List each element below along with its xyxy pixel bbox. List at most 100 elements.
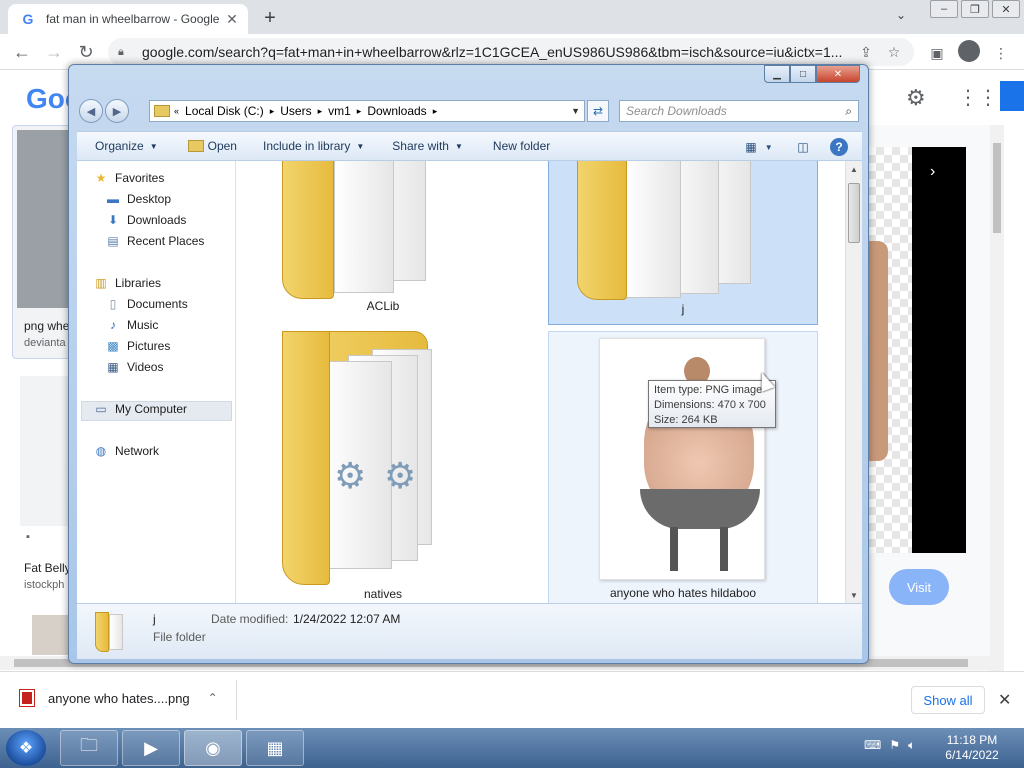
bookmark-star-icon[interactable]: ☆	[884, 42, 904, 62]
share-icon[interactable]: ⇪	[856, 42, 876, 62]
preview-pane-icon[interactable]: ◫	[793, 137, 813, 157]
explorer-close-button[interactable]: ✕	[816, 65, 860, 83]
nav-documents-label: Documents	[127, 297, 188, 311]
lock-icon[interactable]: 🔒︎	[118, 46, 130, 58]
reload-icon[interactable]: ↻	[74, 40, 98, 64]
side-panel-icon[interactable]: ▣	[926, 42, 948, 64]
nav-music[interactable]: ♪ Music	[105, 318, 158, 332]
settings-gear-icon[interactable]: ⚙	[906, 85, 926, 111]
chrome-menu-icon[interactable]: ⋮	[990, 42, 1012, 64]
folder-icon	[282, 161, 334, 299]
breadcrumb-separator-icon[interactable]: ▸	[357, 106, 362, 117]
chevron-down-icon: ▼	[149, 141, 158, 151]
image-thumbnail[interactable]	[17, 130, 73, 308]
organize-button[interactable]: Organize ▼	[95, 139, 158, 153]
address-bar[interactable]: 🔒︎ google.com/search?q=fat+man+in+wheelb…	[108, 38, 914, 66]
nav-pictures[interactable]: ▩ Pictures	[105, 339, 170, 353]
nav-recent-places[interactable]: ▤ Recent Places	[105, 234, 204, 248]
image-item-png[interactable]: anyone who hates hildaboo	[548, 331, 818, 603]
folder-item-aclib[interactable]: ACLib	[248, 161, 518, 319]
nav-documents[interactable]: ▯ Documents	[105, 297, 188, 311]
search-icon[interactable]: ⌕	[845, 104, 852, 119]
breadcrumb-downloads[interactable]: Downloads	[367, 104, 426, 118]
image-thumbnail[interactable]	[20, 376, 72, 526]
new-tab-button[interactable]: +	[258, 6, 282, 30]
back-arrow-icon[interactable]: ←	[10, 40, 34, 64]
folder-item-j[interactable]: j	[548, 161, 818, 325]
profile-avatar[interactable]	[958, 40, 980, 62]
taskbar-chrome-icon[interactable]: ◉	[184, 730, 242, 766]
google-account-avatar[interactable]	[1000, 81, 1024, 111]
file-list-scrollbar[interactable]: ▲ ▼	[845, 161, 862, 603]
scrollbar-thumb[interactable]	[993, 143, 1001, 233]
chrome-close-button[interactable]: ✕	[992, 0, 1020, 18]
image-thumbnail[interactable]	[32, 615, 72, 655]
explorer-minimize-button[interactable]: ▁	[764, 65, 790, 83]
explorer-maximize-button[interactable]: □	[790, 65, 816, 83]
nav-downloads-label: Downloads	[127, 213, 187, 227]
show-all-button[interactable]: Show all	[911, 686, 985, 714]
taskbar-media-player-icon[interactable]: ▶	[122, 730, 180, 766]
nav-desktop[interactable]: ▬ Desktop	[105, 192, 171, 206]
close-downloads-bar-icon[interactable]: ✕	[998, 690, 1011, 710]
chevron-down-icon: ▼	[454, 141, 463, 151]
scroll-down-icon[interactable]: ▼	[846, 587, 862, 603]
change-view-button[interactable]: ▦ ▼	[739, 137, 779, 157]
new-folder-button[interactable]: New folder	[493, 139, 550, 153]
explorer-back-icon[interactable]: ◀	[79, 99, 103, 123]
tab-search-chevron-icon[interactable]: ⌄	[896, 8, 906, 22]
network-tray-icon[interactable]: ⌨	[864, 738, 881, 753]
folder-label: j	[681, 302, 685, 316]
breadcrumb-vm1[interactable]: vm1	[328, 104, 351, 118]
explorer-command-bar: Organize ▼ Open Include in library ▼ Share…	[77, 131, 862, 161]
nav-network[interactable]: ◍ Network	[93, 444, 159, 458]
nav-videos[interactable]: ▦ Videos	[105, 360, 163, 374]
download-item[interactable]: anyone who hates....png ⌃	[19, 689, 218, 707]
nav-my-computer[interactable]: ▭ My Computer	[93, 402, 187, 416]
scroll-up-icon[interactable]: ▲	[846, 161, 862, 177]
next-image-chevron-icon[interactable]: ›	[930, 163, 935, 181]
chevron-down-icon: ▼	[356, 141, 365, 151]
nav-libraries[interactable]: ▥ Libraries	[93, 276, 161, 290]
taskbar-app-icon[interactable]: ▦	[246, 730, 304, 766]
nav-downloads[interactable]: ⬇ Downloads	[105, 213, 186, 227]
image-result-title[interactable]: Fat Belly	[24, 561, 71, 575]
taskbar-explorer-icon[interactable]: 🗀	[60, 730, 118, 766]
explorer-forward-icon[interactable]: ▶	[105, 99, 129, 123]
image-result-title[interactable]: png whe	[24, 319, 69, 333]
videos-icon: ▦	[107, 360, 119, 374]
folder-item-natives[interactable]: ⚙ ⚙ natives	[248, 331, 518, 603]
volume-icon[interactable]: 🔈︎	[908, 738, 915, 753]
include-in-library-button[interactable]: Include in library ▼	[263, 139, 364, 153]
address-history-chevron-icon[interactable]: ▼	[571, 106, 580, 116]
download-options-chevron-icon[interactable]: ⌃	[208, 691, 218, 705]
wheelbarrow-leg	[720, 527, 728, 571]
recent-places-icon: ▤	[107, 234, 119, 248]
action-center-icon[interactable]: ⚑	[889, 738, 900, 753]
system-clock[interactable]: 11:18 PM 6/14/2022	[930, 733, 1014, 763]
breadcrumb-separator-icon[interactable]: ▸	[318, 106, 323, 117]
forward-arrow-icon[interactable]: →	[42, 40, 66, 64]
tab-close-icon[interactable]: ✕	[224, 11, 240, 27]
breadcrumb-separator-icon[interactable]: ▸	[270, 106, 275, 117]
page-vertical-scrollbar[interactable]	[990, 125, 1004, 671]
breadcrumb-separator-icon[interactable]: ▸	[433, 106, 438, 117]
visit-button[interactable]: Visit	[889, 569, 949, 605]
chrome-minimize-button[interactable]: –	[930, 0, 958, 18]
google-apps-icon[interactable]: ⋮⋮	[958, 85, 998, 110]
start-button[interactable]: ❖	[6, 730, 46, 766]
open-button[interactable]: Open	[187, 139, 237, 153]
breadcrumb-users[interactable]: Users	[280, 104, 311, 118]
refresh-icon[interactable]: ⇄	[587, 100, 609, 122]
breadcrumb-local-disk[interactable]: Local Disk (C:)	[185, 104, 264, 118]
explorer-search-input[interactable]: Search Downloads ⌕	[619, 100, 859, 122]
help-button[interactable]: ?	[829, 137, 849, 157]
browser-tab[interactable]: G fat man in wheelbarrow - Google ✕	[8, 4, 248, 34]
desktop-icon: ▬	[107, 192, 119, 206]
scrollbar-thumb[interactable]	[848, 183, 860, 243]
explorer-address-bar[interactable]: « Local Disk (C:) ▸ Users ▸ vm1 ▸ Downlo…	[149, 100, 585, 122]
breadcrumb-overflow-icon[interactable]: «	[174, 106, 179, 116]
share-with-button[interactable]: Share with ▼	[392, 139, 463, 153]
chrome-restore-button[interactable]: ❐	[961, 0, 989, 18]
nav-favorites[interactable]: ★ Favorites	[93, 171, 165, 185]
